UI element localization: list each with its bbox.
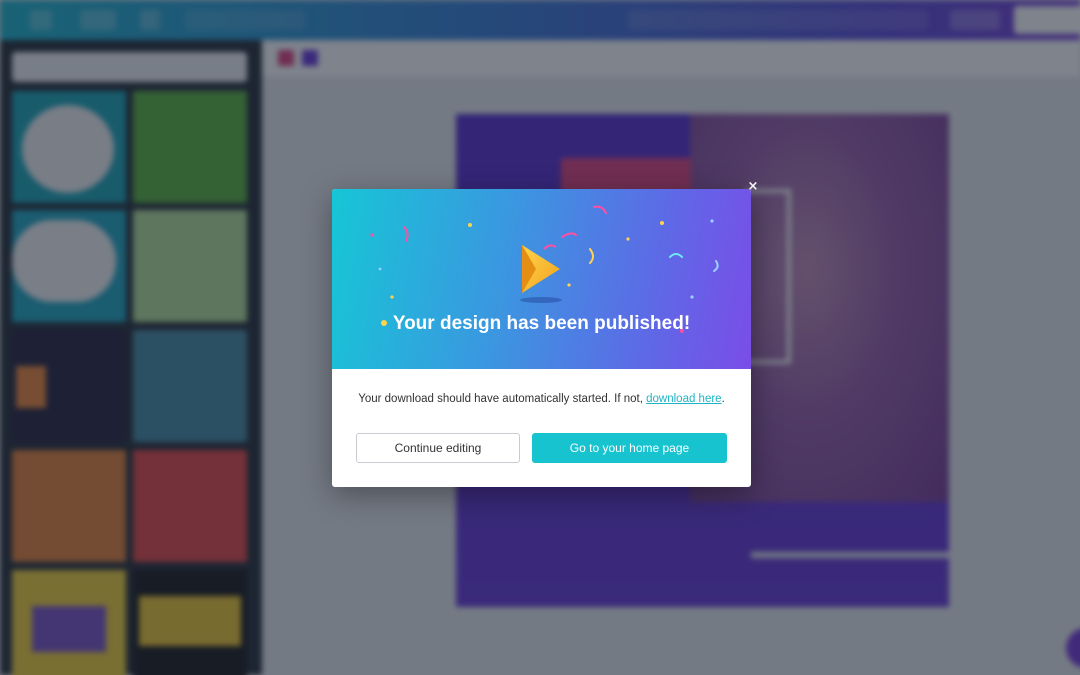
continue-editing-button[interactable]: Continue editing: [356, 433, 520, 463]
publish-success-modal: Your design has been published! Your dow…: [332, 189, 751, 487]
icon-shadow: [520, 297, 562, 303]
go-home-button[interactable]: Go to your home page: [532, 433, 727, 463]
modal-hero: Your design has been published!: [332, 189, 751, 369]
canva-play-icon: [522, 244, 560, 293]
modal-body: Your download should have automatically …: [332, 369, 751, 487]
download-message-text: Your download should have automatically …: [358, 393, 647, 405]
download-message: Your download should have automatically …: [332, 393, 751, 405]
download-here-link[interactable]: download here: [646, 393, 721, 405]
download-message-suffix: .: [721, 393, 725, 405]
modal-title: Your design has been published!: [392, 313, 691, 334]
